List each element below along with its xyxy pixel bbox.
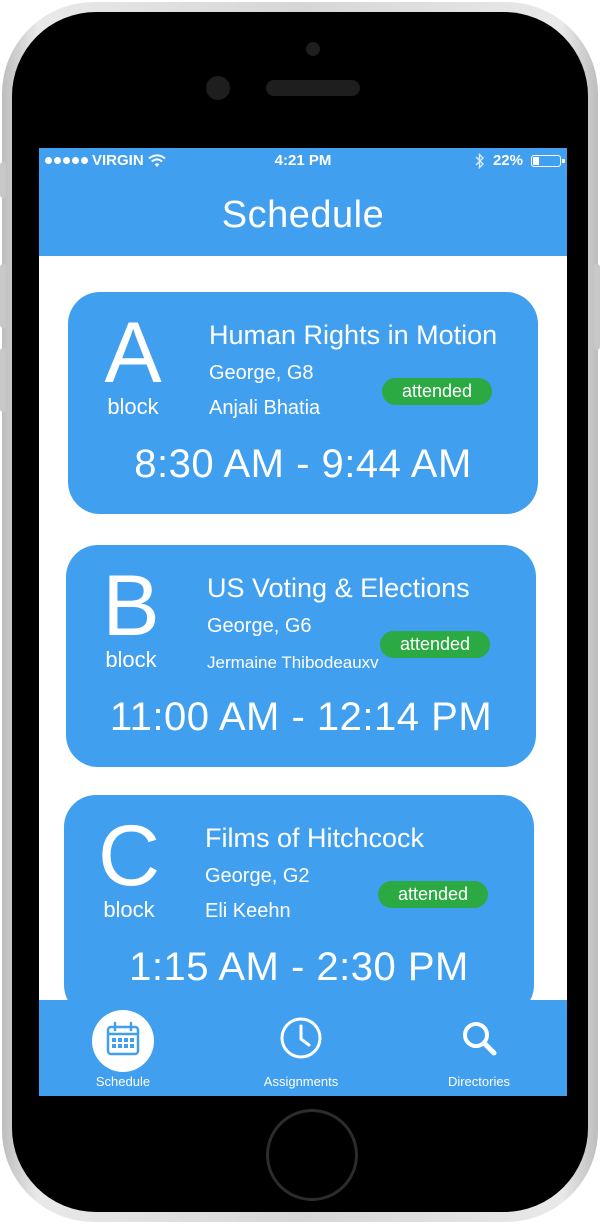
course-name: Human Rights in Motion [209, 320, 498, 350]
course-name: US Voting & Elections [207, 573, 470, 603]
room-location: George, G2 [205, 865, 310, 887]
volume-down-button [0, 348, 6, 412]
earpiece-speaker [266, 80, 360, 96]
tab-bar: Schedule Assignments Directories [39, 1000, 567, 1096]
attendance-badge: attended [378, 881, 488, 908]
tab-directories[interactable]: Directories [419, 1000, 539, 1096]
search-icon [452, 1016, 506, 1070]
top-bar: VIRGIN 4:21 PM 22% Schedule [39, 148, 567, 256]
teacher-name: Jermaine Thibodeauxv [207, 653, 379, 672]
calendar-icon [92, 1010, 154, 1072]
block-letter: A [104, 305, 162, 401]
tab-label: Schedule [95, 1074, 151, 1089]
teacher-name: Eli Keehn [205, 900, 291, 922]
room-location: George, G6 [207, 615, 312, 637]
proximity-sensor [206, 76, 230, 100]
clock-icon [274, 1016, 328, 1070]
class-time: 11:00 AM - 12:14 PM [109, 695, 493, 739]
tab-assignments[interactable]: Assignments [241, 1000, 361, 1096]
status-bar: VIRGIN 4:21 PM 22% [39, 148, 567, 174]
attendance-badge: attended [380, 631, 490, 658]
front-camera [306, 42, 320, 56]
block-label: block [103, 897, 155, 922]
battery-icon [531, 154, 565, 167]
page-title: Schedule [221, 194, 385, 236]
battery-percent: 22% [492, 152, 523, 169]
class-card-b[interactable]: B block US Voting & Elections George, G6… [66, 545, 536, 767]
volume-up-button [0, 264, 6, 328]
bluetooth-icon [475, 152, 484, 169]
block-letter: B [102, 558, 160, 654]
mute-switch [0, 162, 6, 198]
app-screen: VIRGIN 4:21 PM 22% Schedule A block Huma… [39, 148, 567, 1096]
course-name: Films of Hitchcock [205, 823, 425, 853]
block-label: block [107, 394, 159, 419]
attendance-badge: attended [382, 378, 492, 405]
block-label: block [105, 647, 157, 672]
tab-label: Directories [447, 1074, 511, 1089]
room-location: George, G8 [209, 362, 314, 384]
status-right: 22% [475, 152, 565, 169]
class-time: 8:30 AM - 9:44 AM [134, 442, 472, 486]
tab-label: Assignments [263, 1074, 339, 1089]
tab-schedule[interactable]: Schedule [63, 1000, 183, 1096]
class-card-a[interactable]: A block Human Rights in Motion George, G… [68, 292, 538, 514]
class-card-c[interactable]: C block Films of Hitchcock George, G2 El… [64, 795, 534, 1000]
schedule-list[interactable]: A block Human Rights in Motion George, G… [39, 256, 567, 1000]
phone-frame: VIRGIN 4:21 PM 22% Schedule A block Huma… [0, 2, 600, 1222]
teacher-name: Anjali Bhatia [209, 397, 321, 419]
class-time: 1:15 AM - 2:30 PM [129, 945, 469, 989]
power-button [594, 264, 600, 350]
home-button[interactable] [266, 1109, 358, 1201]
block-letter: C [97, 808, 161, 904]
